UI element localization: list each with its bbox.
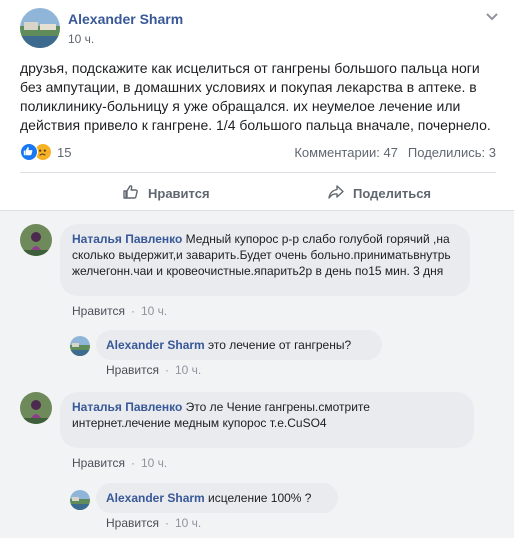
shares-count-link[interactable]: Поделились: 3: [408, 145, 496, 160]
comment-author[interactable]: Наталья Павленко: [72, 400, 182, 414]
reply-avatar[interactable]: [70, 336, 90, 356]
comment-time[interactable]: 10 ч.: [141, 304, 167, 318]
reply-like-link[interactable]: Нравится: [106, 363, 159, 377]
share-arrow-icon: [327, 183, 345, 204]
comment-bubble: Наталья Павленко Это ле Чение гангрены.с…: [60, 392, 474, 448]
reply-text: исцеление 100% ?: [204, 491, 312, 505]
commenter-avatar[interactable]: [20, 224, 52, 256]
comment-like-link[interactable]: Нравится: [72, 456, 125, 470]
comment-meta: Нравится · 10 ч.: [72, 456, 168, 470]
reply-time[interactable]: 10 ч.: [175, 363, 201, 377]
comments-count-link[interactable]: Комментарии: 47: [294, 145, 398, 160]
post-timestamp[interactable]: 10 ч.: [68, 32, 94, 46]
reaction-count: 15: [57, 144, 72, 160]
reply-time[interactable]: 10 ч.: [175, 516, 201, 530]
like-button[interactable]: Нравится: [122, 183, 210, 203]
reply-meta: Нравится · 10 ч.: [106, 363, 202, 377]
reply-bubble: Alexander Sharm исцеление 100% ?: [96, 483, 338, 513]
share-button-label: Поделиться: [353, 185, 432, 201]
comment-author[interactable]: Наталья Павленко: [72, 232, 182, 246]
reply-like-link[interactable]: Нравится: [106, 516, 159, 530]
like-reaction-icon: [20, 143, 38, 161]
divider: [0, 210, 514, 211]
author-avatar[interactable]: [20, 8, 60, 48]
chevron-down-icon[interactable]: [484, 10, 500, 24]
reply-author[interactable]: Alexander Sharm: [106, 491, 205, 505]
reply-avatar[interactable]: [70, 490, 90, 510]
post-author-name[interactable]: Alexander Sharm: [68, 11, 183, 27]
reply-meta: Нравится · 10 ч.: [106, 516, 202, 530]
thumbs-up-icon: [122, 183, 140, 204]
divider: [20, 172, 496, 173]
comment-meta: Нравится · 10 ч.: [72, 304, 168, 318]
reactions-summary[interactable]: 15: [20, 142, 71, 162]
comment-like-link[interactable]: Нравится: [72, 304, 125, 318]
comment-time[interactable]: 10 ч.: [141, 456, 167, 470]
comment-bubble: Наталья Павленко Медный купорос р-р слаб…: [60, 224, 470, 296]
post-stats: Комментарии: 47 Поделились: 3: [294, 145, 496, 160]
commenter-avatar[interactable]: [20, 392, 52, 424]
facebook-post: Alexander Sharm 10 ч. друзья, подскажите…: [0, 0, 514, 538]
share-button[interactable]: Поделиться: [327, 183, 431, 203]
post-text: друзья, подскажите как исцелиться от ган…: [20, 60, 491, 133]
like-button-label: Нравится: [148, 185, 210, 201]
reply-bubble: Alexander Sharm это лечение от гангрены?: [96, 330, 382, 360]
reply-text: это лечение от гангрены?: [204, 338, 352, 352]
reply-author[interactable]: Alexander Sharm: [106, 338, 205, 352]
